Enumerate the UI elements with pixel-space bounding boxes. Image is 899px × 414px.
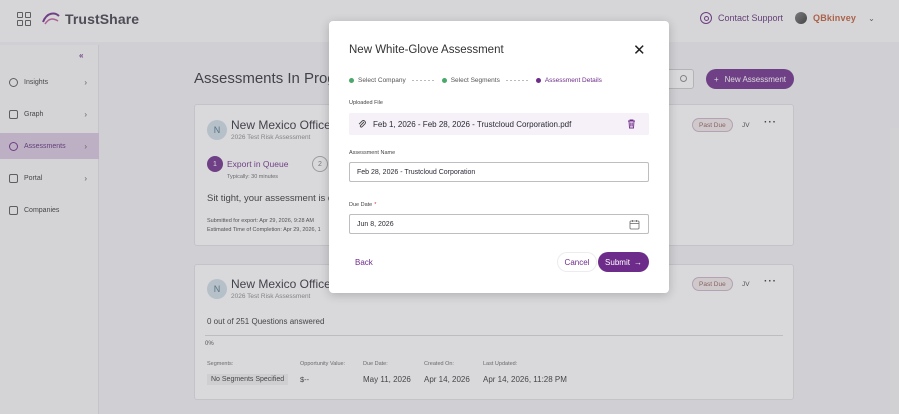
step-select-segments[interactable]: Select Segments: [441, 77, 500, 84]
due-date-value: Jun 8, 2026: [357, 220, 394, 228]
assessment-name-input[interactable]: Feb 28, 2026 - Trustcloud Corporation: [349, 162, 649, 182]
step-label: Select Segments: [450, 77, 500, 84]
due-date-label: Due Date *: [349, 202, 376, 208]
close-icon[interactable]: ✕: [633, 43, 646, 58]
step-active-icon: [535, 78, 541, 83]
step-select-company[interactable]: Select Company: [349, 77, 406, 84]
calendar-icon[interactable]: [629, 219, 640, 230]
cancel-button[interactable]: Cancel: [558, 253, 596, 271]
uploaded-file-label: Uploaded File: [349, 100, 383, 106]
file-name: Feb 1, 2026 - Feb 28, 2026 - Trustcloud …: [373, 119, 572, 129]
trash-icon[interactable]: [626, 118, 637, 129]
wizard-stepper: Select Company Select Segments Assessmen…: [349, 77, 602, 84]
required-marker: *: [374, 202, 377, 208]
step-connector: [505, 80, 530, 81]
modal-title: New White-Glove Assessment: [349, 44, 504, 56]
assessment-name-label: Assessment Name: [349, 150, 396, 156]
due-date-input[interactable]: Jun 8, 2026: [349, 214, 649, 234]
paperclip-icon: [358, 120, 366, 128]
step-complete-icon: [441, 78, 447, 83]
step-assessment-details[interactable]: Assessment Details: [535, 77, 602, 84]
arrow-right-icon: →: [633, 257, 642, 267]
submit-button[interactable]: Submit →: [598, 252, 649, 272]
new-assessment-modal: New White-Glove Assessment ✕ Select Comp…: [329, 21, 669, 293]
due-date-label-text: Due Date: [349, 202, 373, 208]
step-complete-icon: [349, 78, 354, 83]
submit-label: Submit: [605, 257, 630, 267]
step-label: Assessment Details: [544, 77, 602, 84]
uploaded-file-row: Feb 1, 2026 - Feb 28, 2026 - Trustcloud …: [349, 113, 649, 135]
step-connector: [411, 80, 436, 81]
back-button[interactable]: Back: [355, 258, 373, 267]
step-label: Select Company: [358, 77, 406, 84]
